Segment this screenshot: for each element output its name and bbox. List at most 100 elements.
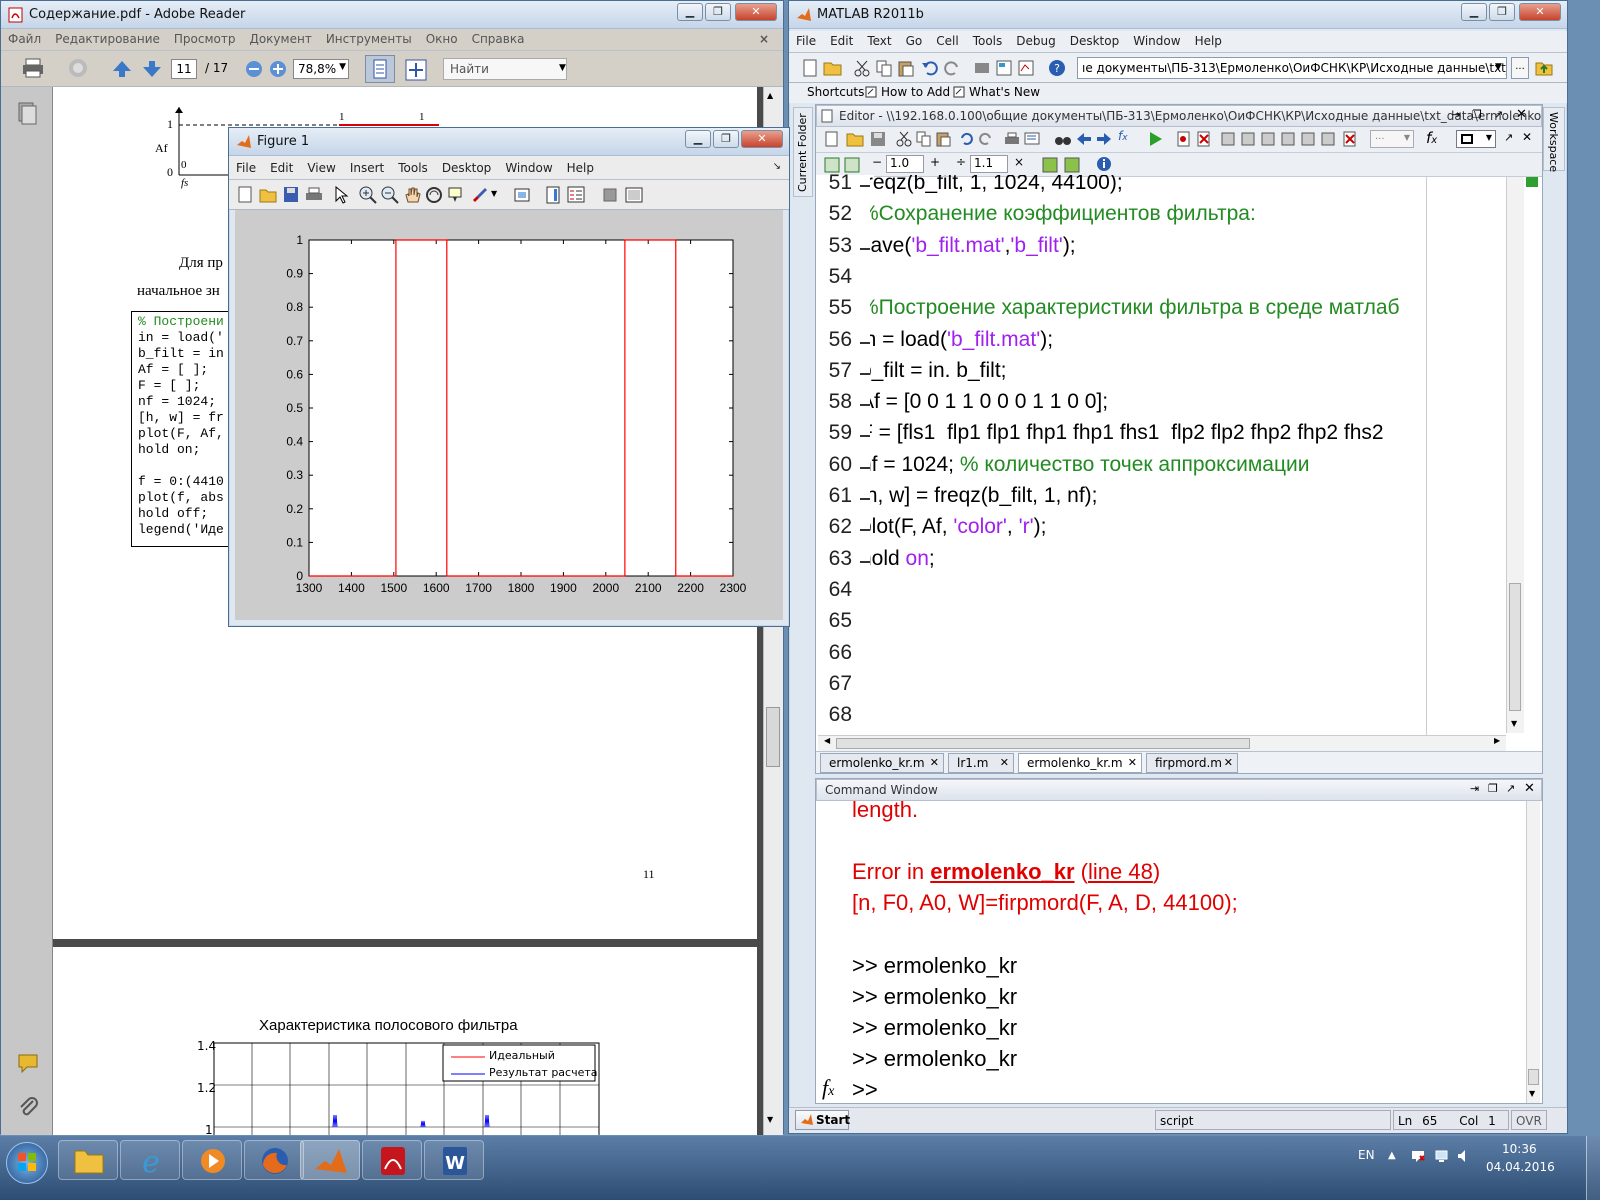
menu-item[interactable]: Window [1126,31,1187,48]
print-icon[interactable] [1004,131,1020,147]
zoom-out-icon[interactable] [381,186,399,204]
fit-page-button[interactable] [365,55,395,83]
minimize-button[interactable]: ▁ [1461,3,1487,21]
code-line[interactable]: [h, w] = freqz(b_filt, 1, nf); [870,484,1098,508]
scroll-thumb[interactable] [766,707,780,767]
taskbar-matlab[interactable] [300,1140,360,1180]
cmd-close-icon[interactable]: ✕ [1524,781,1535,796]
zoom-select[interactable]: 78,8% ▼ [293,59,349,79]
menu-item[interactable]: Редактирование [48,29,167,46]
taskbar-ie[interactable]: e [120,1140,180,1180]
prev-page-icon[interactable] [111,59,133,79]
search-input[interactable]: Найти [443,58,567,80]
code-line[interactable]: hold on; [870,547,935,571]
executable-line-marker[interactable] [860,404,870,407]
menu-item[interactable]: Инструменты [319,29,419,46]
executable-line-marker[interactable] [860,372,870,375]
open-file-icon[interactable] [259,186,277,204]
menu-item[interactable]: Desktop [1063,31,1127,48]
scroll-thumb[interactable] [1528,1069,1539,1085]
start-orb[interactable] [6,1142,48,1184]
go-up-folder-icon[interactable] [1535,59,1553,77]
pan-icon[interactable] [403,186,421,204]
simulink-icon[interactable] [973,59,991,77]
tab-close-icon[interactable]: ✕ [930,756,939,769]
cut-icon[interactable] [896,131,912,147]
save-figure-icon[interactable] [283,186,299,204]
menu-item[interactable]: Go [899,31,930,48]
editor-undock-icon[interactable]: ↗ [1494,108,1503,121]
scroll-left-icon[interactable]: ◀ [824,736,830,745]
menu-item[interactable]: Text [860,31,898,48]
copy-icon[interactable] [916,131,932,147]
hide-plot-tools-icon[interactable] [603,188,617,202]
cell-minus-input[interactable]: 1.0 [886,155,924,173]
scroll-up-icon[interactable]: ▲ [767,91,773,100]
brush-icon[interactable] [471,186,489,204]
stack-select[interactable]: ... ▼ [1370,130,1414,148]
info-icon[interactable] [1096,156,1114,174]
tab-close-icon[interactable]: ✕ [1128,756,1137,769]
menu-item[interactable]: Insert [343,156,391,175]
maximize-button[interactable]: ❐ [705,3,731,21]
scroll-thumb[interactable] [836,738,1250,749]
figure-titlebar[interactable]: Figure 1 ▁ ❐ ✕ [229,128,789,156]
close-button[interactable]: ✕ [735,3,777,21]
colorbar-icon[interactable] [545,186,561,204]
paste-icon[interactable] [936,131,952,147]
code-line[interactable]: in = load('b_filt.mat'); [870,328,1053,352]
menu-item[interactable]: Debug [1009,31,1062,48]
menu-item[interactable]: Справка [465,29,532,46]
maximize-button[interactable]: ❐ [1489,3,1515,21]
menu-item[interactable]: Файл [1,29,48,46]
browse-folder-button[interactable]: ... [1511,57,1529,79]
editor-tab[interactable]: firpmord.m ✕ [1146,753,1238,773]
guide-icon[interactable] [995,59,1013,77]
taskbar-adobe-reader[interactable] [362,1140,422,1180]
how-to-add-link[interactable]: How to Add [881,85,950,99]
menu-item[interactable]: Window [498,156,559,175]
open-folder-icon[interactable] [823,59,843,77]
divide-icon[interactable]: ÷ [956,155,966,169]
menu-item[interactable]: Документ [242,29,318,46]
collaborate-icon[interactable] [65,57,91,79]
code-area[interactable]: freqz(b_filt, 1, 1024, 44100); %Сохранени… [870,175,1482,735]
forward-arrow-icon[interactable] [1096,131,1112,147]
open-folder-icon[interactable] [846,131,864,147]
undock-icon[interactable]: ↗ [1504,131,1513,144]
menu-item[interactable]: Окно [419,29,465,46]
menu-item[interactable]: View [300,156,342,175]
undo-icon[interactable] [958,131,974,147]
function-browser-icon[interactable]: fx [822,1075,834,1101]
executable-line-marker[interactable] [860,560,870,563]
executable-line-marker[interactable] [860,247,870,250]
show-plot-tools-icon[interactable] [625,186,643,204]
cell-mode-icon[interactable] [1042,157,1058,173]
code-line[interactable]: F = [fls1 flp1 flp1 fhp1 fhp1 fhs1 flp2 … [870,421,1384,445]
editor-maximize-icon[interactable]: ❐ [1472,108,1482,121]
taskbar-word[interactable]: W [424,1140,484,1180]
close-doc-icon[interactable]: × [755,29,773,49]
menu-item[interactable]: Edit [263,156,300,175]
scroll-down-icon[interactable]: ▼ [767,1115,773,1124]
profiler-icon[interactable] [1017,59,1035,77]
editor-hscroll[interactable]: ◀ ▶ [818,735,1506,751]
copy-icon[interactable] [875,59,893,77]
legend-icon[interactable] [567,186,585,204]
code-line[interactable]: Af = [0 0 1 1 0 0 0 1 1 0 0]; [870,390,1108,414]
code-line[interactable]: save('b_filt.mat','b_filt'); [870,234,1076,258]
scroll-thumb[interactable] [1509,583,1521,711]
code-line[interactable]: %Построение характеристики фильтра в сре… [870,296,1400,320]
maximize-button[interactable]: ❐ [713,130,739,148]
start-button[interactable]: Start [795,1110,850,1130]
shortcuts-label[interactable]: Shortcuts [807,85,864,99]
print-figure-icon[interactable] [305,186,323,204]
code-line[interactable]: nf = 1024; % количество точек аппроксима… [870,453,1309,477]
show-hidden-icons[interactable]: ▲ [1388,1150,1396,1161]
code-line[interactable]: b_filt = in. b_filt; [870,359,1007,383]
menu-item[interactable]: Help [560,156,601,175]
menu-item[interactable]: Tools [966,31,1010,48]
print-icon[interactable] [21,57,45,79]
zoom-out-icon[interactable] [245,60,263,78]
redo-icon[interactable] [943,59,961,77]
